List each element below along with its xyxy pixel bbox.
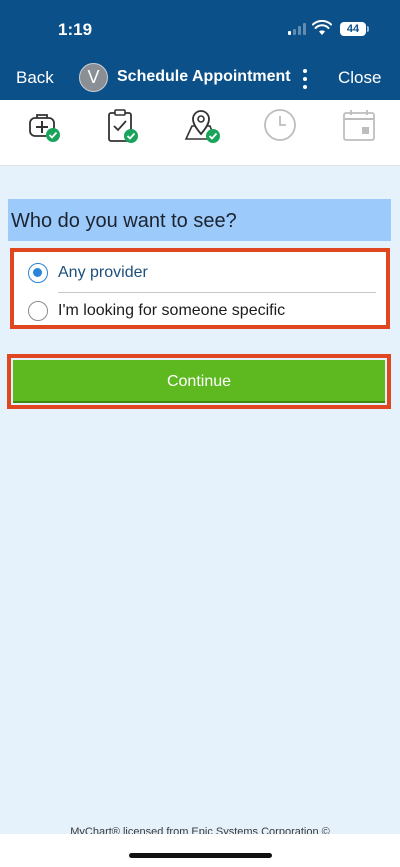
battery-icon: 44 [340,22,366,36]
map-pin-icon [180,106,220,146]
battery-tip [367,26,369,32]
medical-bag-icon [23,106,63,146]
bottom-area [0,834,400,867]
continue-button[interactable]: Continue [13,360,385,403]
continue-highlight: Continue [7,354,391,409]
radio-selected-icon[interactable] [28,263,48,283]
option-label: I'm looking for someone specific [58,302,286,319]
cellular-signal-icon [288,23,306,35]
more-options-icon[interactable] [302,69,308,89]
provider-options: Any provider I'm looking for someone spe… [10,248,390,329]
page-title: Schedule Appointment [117,68,291,85]
clipboard-check-icon [100,106,140,146]
nav-bar: Back V Schedule Appointment Close [0,56,400,100]
option-label: Any provider [58,264,148,281]
status-time: 1:19 [58,20,93,39]
progress-steps [0,100,400,166]
calendar-icon [339,106,379,146]
close-button[interactable]: Close [338,68,381,88]
question-text: Who do you want to see? [11,210,237,232]
option-any-provider[interactable]: Any provider [14,254,386,293]
question-heading: Who do you want to see? [8,199,391,241]
back-button[interactable]: Back [16,68,54,88]
option-someone-specific[interactable]: I'm looking for someone specific [14,292,386,328]
clock-icon [259,106,299,146]
status-bar: 1:19 44 [0,0,400,56]
footer-text: MyChart® licensed from Epic Systems Corp… [70,826,330,834]
avatar[interactable]: V [79,63,108,92]
radio-unselected-icon[interactable] [28,301,48,321]
home-indicator[interactable] [129,853,272,858]
wifi-icon [312,20,332,35]
